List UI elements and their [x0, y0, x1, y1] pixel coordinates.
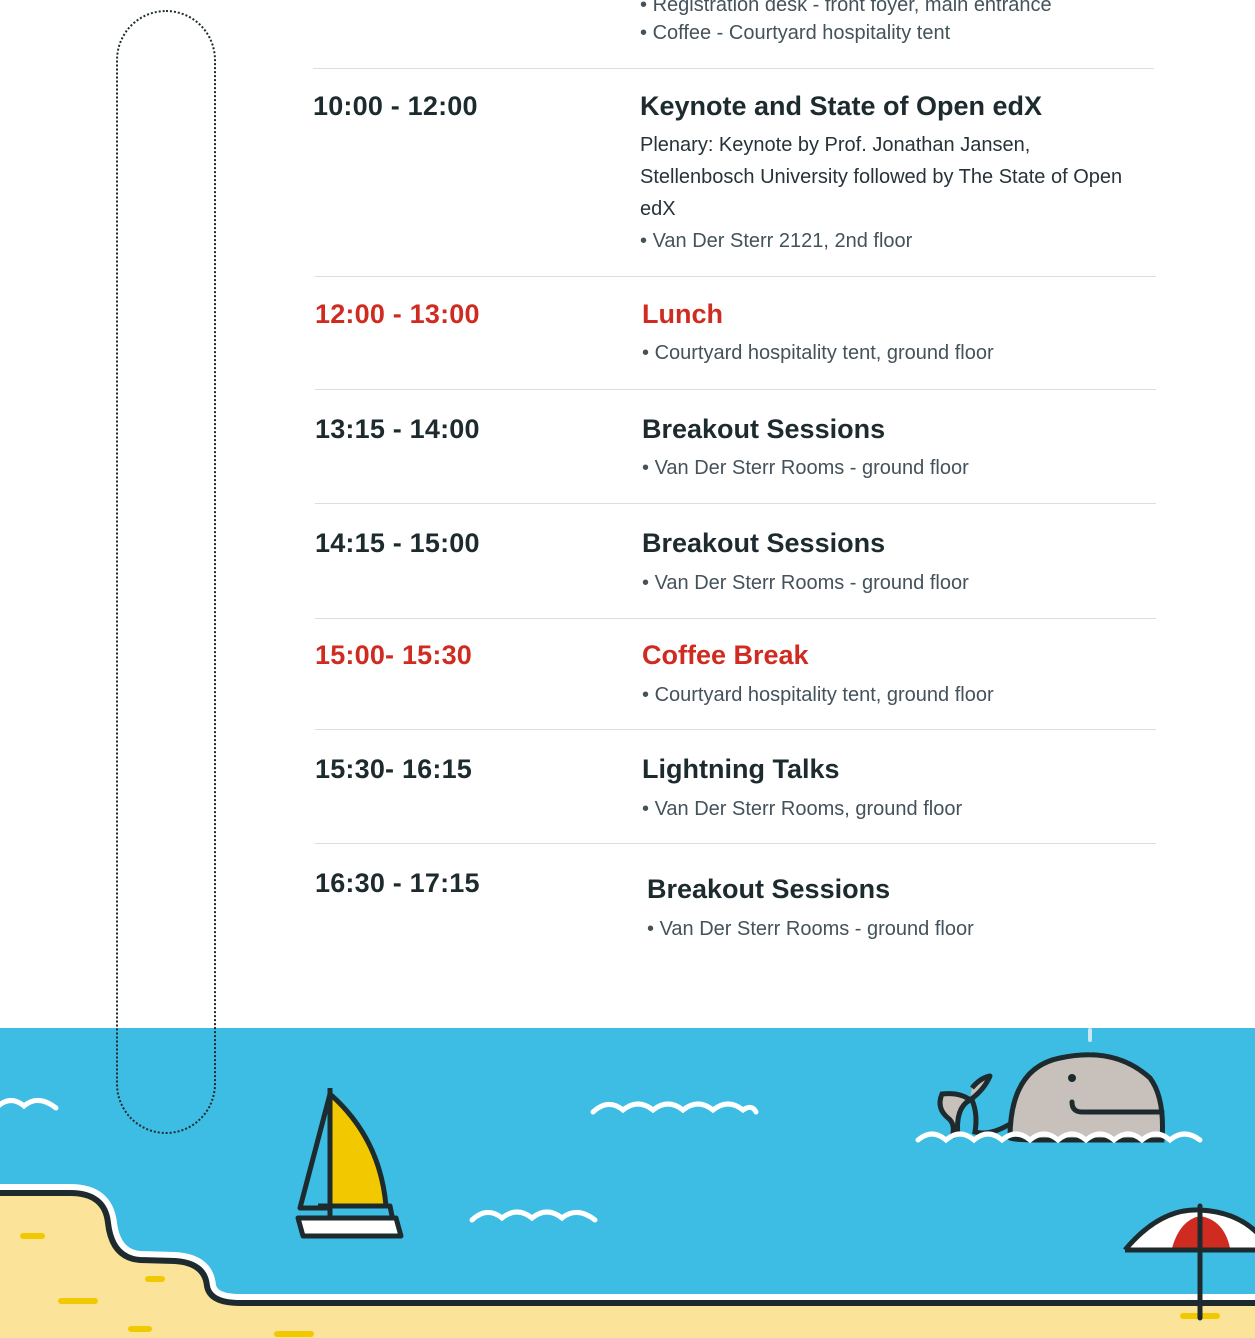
divider: [315, 618, 1156, 619]
location-text: Registration desk - front foyer, main en…: [640, 0, 1052, 17]
location-text: Van Der Sterr Rooms - ground floor: [642, 572, 969, 595]
session-time: 12:00 - 13:00: [315, 299, 480, 329]
location-text: Van Der Sterr Rooms - ground floor: [642, 457, 969, 480]
divider: [315, 503, 1156, 504]
session-title: Breakout Sessions: [642, 528, 886, 558]
location-text: Coffee - Courtyard hospitality tent: [640, 22, 951, 45]
session-time: 15:30- 16:15: [315, 754, 473, 784]
session-time: 10:00 - 12:00: [313, 91, 478, 121]
divider: [315, 843, 1156, 844]
session-title: Lunch: [642, 299, 723, 329]
session-time: 16:30 - 17:15: [315, 868, 480, 898]
session-description: Plenary: Keynote by Prof. Jonathan Janse…: [640, 134, 1123, 220]
session-title: Keynote and State of Open edX: [640, 91, 1043, 121]
location-text: Van Der Sterr Rooms - ground floor: [647, 918, 974, 941]
divider: [313, 68, 1154, 69]
divider: [315, 276, 1156, 277]
divider: [315, 389, 1156, 390]
location-text: Courtyard hospitality tent, ground floor: [642, 342, 994, 365]
location-text: Courtyard hospitality tent, ground floor: [642, 684, 994, 707]
dotted-outline: [116, 10, 216, 1134]
session-title: Lightning Talks: [642, 754, 840, 784]
session-title: Coffee Break: [642, 640, 809, 670]
location-text: Van Der Sterr 2121, 2nd floor: [640, 230, 913, 253]
location-text: Van Der Sterr Rooms, ground floor: [642, 798, 963, 821]
session-time: 15:00- 15:30: [315, 640, 473, 670]
divider: [315, 729, 1156, 730]
session-time: 14:15 - 15:00: [315, 528, 480, 558]
session-time: 13:15 - 14:00: [315, 414, 480, 444]
session-title: Breakout Sessions: [642, 414, 886, 444]
session-title: Breakout Sessions: [647, 874, 891, 904]
